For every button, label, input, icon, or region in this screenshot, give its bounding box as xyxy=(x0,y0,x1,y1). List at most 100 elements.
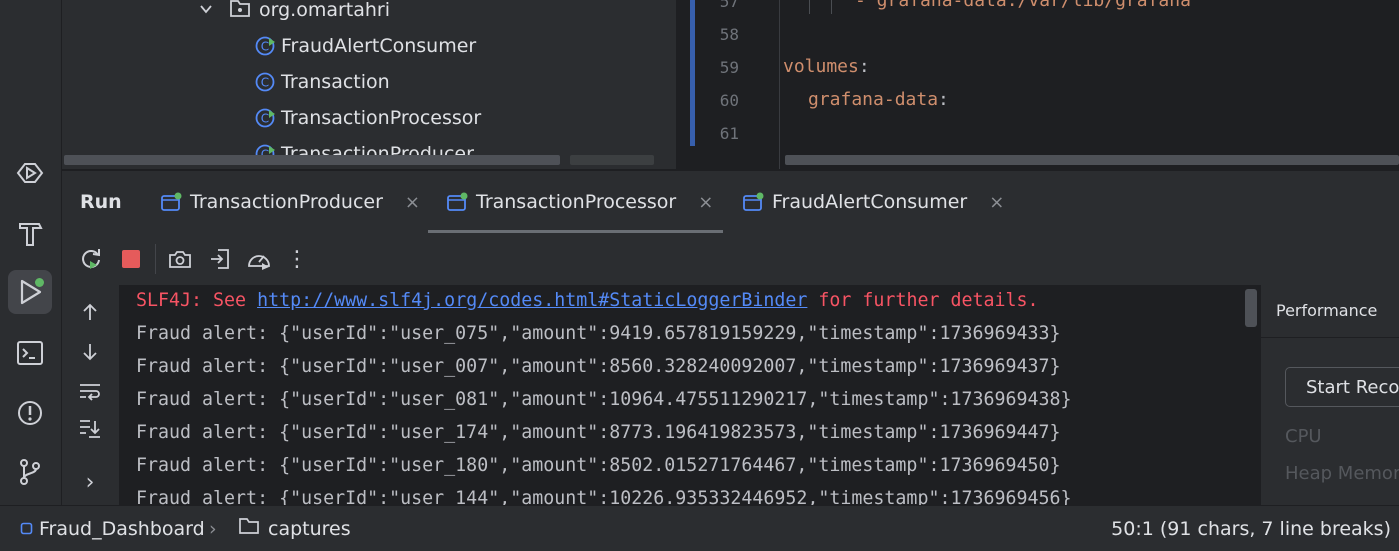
tab-label: TransactionProcessor xyxy=(476,191,677,213)
project-scrollbar-track[interactable] xyxy=(570,155,654,165)
dump-threads-button[interactable] xyxy=(164,243,196,275)
indent-guide xyxy=(809,0,810,14)
caret-position[interactable]: 50:1 (91 chars, 7 line breaks) xyxy=(1111,506,1391,551)
tree-item-label: Transaction xyxy=(281,71,390,93)
services-tool-button[interactable] xyxy=(8,151,52,195)
runnable-class-icon: C xyxy=(255,36,275,56)
class-icon: C xyxy=(255,72,275,92)
tab-transactionproducer[interactable]: TransactionProducer × xyxy=(160,171,420,233)
code-editor[interactable]: 57 58 59 60 61 - grafana-data:/var/lib/g… xyxy=(677,0,1399,169)
tab-transactionprocessor[interactable]: TransactionProcessor × xyxy=(428,171,723,233)
status-bar: Fraud_Dashboard › captures 50:1 (91 char… xyxy=(0,505,1399,551)
folder-icon xyxy=(238,517,260,540)
line-number: 59 xyxy=(719,58,739,77)
performance-panel: Performance Start Recording CPU Heap Mem… xyxy=(1260,285,1399,505)
run-tool-button[interactable] xyxy=(8,270,52,314)
scroll-to-end-button[interactable] xyxy=(76,414,104,442)
run-config-icon xyxy=(742,192,764,212)
svg-text:C: C xyxy=(261,76,269,90)
yaml-colon: : xyxy=(938,89,949,110)
yaml-key: grafana-data xyxy=(808,89,939,110)
git-tool-button[interactable] xyxy=(8,450,52,494)
project-tree-panel: org.omartahri C FraudAlertConsumer C Tra… xyxy=(62,0,676,169)
breadcrumb-separator: › xyxy=(209,517,217,540)
activity-bar xyxy=(0,0,62,505)
slf4j-suffix: for further details. xyxy=(807,290,1039,311)
expand-toolbar-icon[interactable]: › xyxy=(76,468,104,496)
more-options-icon[interactable]: ⋮ xyxy=(281,243,313,275)
camera-icon xyxy=(169,251,191,268)
console-line: Fraud alert: {"userId":"user_081","amoun… xyxy=(136,389,1072,410)
console-line: Fraud alert: {"userId":"user_180","amoun… xyxy=(136,455,1061,476)
svg-text:C: C xyxy=(261,112,269,126)
breadcrumb-folder[interactable]: captures xyxy=(238,506,351,551)
tab-fraudalertconsumer[interactable]: FraudAlertConsumer × xyxy=(742,171,1004,233)
scroll-to-end-icon xyxy=(80,420,100,438)
yaml-colon: : xyxy=(858,56,870,77)
tree-item-fraudalertconsumer[interactable]: C FraudAlertConsumer xyxy=(255,29,476,63)
breadcrumb-folder-label: captures xyxy=(268,517,351,540)
console-line-slf4j: SLF4J: See http://www.slf4j.org/codes.ht… xyxy=(136,290,1039,311)
stop-button[interactable] xyxy=(115,243,147,275)
close-icon[interactable]: × xyxy=(989,192,1004,213)
rerun-icon xyxy=(82,249,100,269)
console-output[interactable]: SLF4J: See http://www.slf4j.org/codes.ht… xyxy=(119,285,1259,505)
profiler-button[interactable] xyxy=(243,243,275,275)
line-number: 57 xyxy=(719,0,739,11)
git-branch-icon xyxy=(20,459,40,485)
running-indicator-dot xyxy=(35,278,44,287)
tree-item-transaction[interactable]: C Transaction xyxy=(255,65,390,99)
project-horizontal-scrollbar[interactable] xyxy=(64,155,560,165)
scroll-down-button[interactable] xyxy=(76,338,104,366)
problems-tool-button[interactable] xyxy=(8,391,52,435)
console-line: Fraud alert: {"userId":"user_075","amoun… xyxy=(136,323,1061,344)
toolbar-divider xyxy=(155,244,156,274)
console-line: Fraud alert: {"userId":"user_144","amoun… xyxy=(136,488,1072,505)
start-recording-button[interactable]: Start Recording xyxy=(1285,367,1399,407)
close-icon[interactable]: × xyxy=(405,192,420,213)
terminal-icon xyxy=(17,341,43,365)
yaml-key: volumes xyxy=(783,56,859,77)
line-number: 61 xyxy=(719,124,739,143)
cpu-label: CPU xyxy=(1285,426,1322,447)
gauge-icon xyxy=(248,255,270,270)
run-tool-window-header: Run TransactionProducer × TransactionPro… xyxy=(62,170,1399,233)
tree-item-label: TransactionProcessor xyxy=(281,107,482,129)
scroll-up-button[interactable] xyxy=(76,298,104,326)
console-line: Fraud alert: {"userId":"user_007","amoun… xyxy=(136,356,1061,377)
arrow-down-icon xyxy=(83,344,97,361)
heap-memory-label: Heap Memory xyxy=(1285,463,1399,484)
line-number: 60 xyxy=(719,91,739,110)
chevron-down-icon[interactable] xyxy=(199,1,213,20)
tab-label: TransactionProducer xyxy=(190,191,383,213)
rerun-button[interactable] xyxy=(75,243,107,275)
editor-horizontal-scrollbar[interactable] xyxy=(785,155,1399,165)
run-toolbar: ⋮ xyxy=(62,233,1399,285)
build-tool-button[interactable] xyxy=(8,211,52,255)
exit-icon xyxy=(211,249,229,269)
close-icon[interactable]: × xyxy=(698,192,713,213)
services-icon xyxy=(16,163,44,183)
console-line: Fraud alert: {"userId":"user_174","amoun… xyxy=(136,422,1061,443)
slf4j-link[interactable]: http://www.slf4j.org/codes.html#StaticLo… xyxy=(257,290,807,311)
performance-title: Performance xyxy=(1276,301,1378,320)
breadcrumb-project[interactable]: Fraud_Dashboard xyxy=(20,506,205,551)
tree-package-row[interactable]: org.omartahri xyxy=(199,0,390,27)
arrow-up-icon xyxy=(83,303,97,320)
run-config-icon xyxy=(160,192,182,212)
console-side-toolbar: › xyxy=(62,285,119,505)
console-vertical-scrollbar[interactable] xyxy=(1245,289,1257,327)
indent-guide xyxy=(831,0,832,14)
package-folder-icon xyxy=(229,0,251,23)
slf4j-prefix: SLF4J: See xyxy=(136,290,258,311)
exit-button[interactable] xyxy=(204,243,236,275)
gutter-divider xyxy=(779,0,780,169)
svg-text:C: C xyxy=(261,40,269,54)
line-number: 58 xyxy=(719,25,739,44)
soft-wrap-icon xyxy=(80,384,100,401)
stop-icon xyxy=(122,250,140,268)
package-label: org.omartahri xyxy=(259,0,391,21)
soft-wrap-button[interactable] xyxy=(76,377,104,405)
tree-item-transactionprocessor[interactable]: C TransactionProcessor xyxy=(255,101,481,135)
terminal-tool-button[interactable] xyxy=(8,331,52,375)
